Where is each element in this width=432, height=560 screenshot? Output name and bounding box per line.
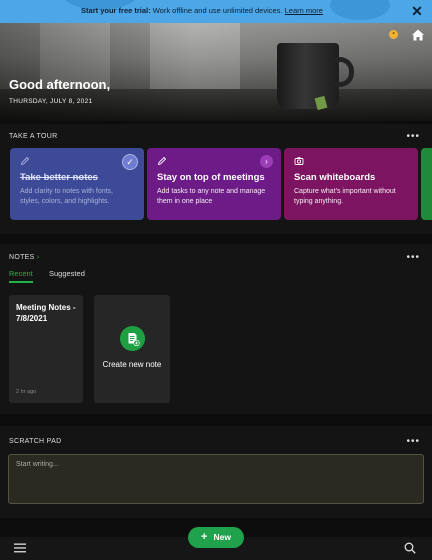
- pencil-icon: [157, 156, 167, 166]
- tour-card-take-better-notes[interactable]: ✓ Take better notes Add clarity to notes…: [10, 148, 144, 220]
- scratch-pad-input[interactable]: Start writing...: [8, 454, 424, 504]
- tour-card-scan-whiteboards[interactable]: Scan whiteboards Capture what's importan…: [284, 148, 418, 220]
- home-icon[interactable]: [411, 28, 425, 42]
- active-tab-indicator: [9, 281, 33, 283]
- note-card[interactable]: Meeting Notes - 7/8/2021 2 hr ago: [9, 295, 83, 403]
- card-title: Scan whiteboards: [294, 172, 376, 183]
- create-new-note-button[interactable]: Create new note: [94, 295, 170, 403]
- banner-body: Work offline and use unlimited devices.: [150, 6, 285, 15]
- card-title: Take better notes: [20, 172, 98, 183]
- greeting: Good afternoon,: [9, 77, 111, 92]
- card-description: Add tasks to any note and manage them in…: [157, 188, 266, 205]
- search-icon[interactable]: [404, 542, 416, 554]
- chevron-right-icon: ›: [260, 155, 273, 168]
- tab-suggested[interactable]: Suggested: [49, 269, 85, 278]
- notes-more-button[interactable]: •••: [406, 253, 420, 263]
- card-description: Capture what's important without typing …: [294, 188, 396, 205]
- card-title: Stay on top of meetings: [157, 172, 265, 183]
- completed-check-icon: ✓: [122, 154, 138, 170]
- section-title: NOTES: [9, 254, 35, 261]
- hero-backdrop: [0, 23, 432, 121]
- tour-card-next[interactable]: [421, 148, 432, 220]
- hamburger-menu-icon[interactable]: [14, 543, 26, 553]
- notes-title-link[interactable]: NOTES ›: [9, 254, 40, 261]
- new-button-label: New: [213, 532, 231, 542]
- card-description: Add clarity to notes with fonts, styles,…: [20, 188, 113, 205]
- notification-dot-icon[interactable]: •: [389, 30, 398, 39]
- note-timestamp: 2 hr ago: [16, 389, 37, 395]
- new-button[interactable]: + New: [188, 527, 244, 548]
- take-a-tour-section: TAKE A TOUR ••• ✓ Take better notes Add …: [0, 124, 432, 234]
- close-banner-button[interactable]: ✕: [409, 3, 425, 19]
- plus-icon: +: [201, 531, 208, 543]
- hero-header: [0, 23, 432, 121]
- scratch-pad-section: SCRATCH PAD ••• Start writing...: [0, 426, 432, 518]
- trial-banner: Start your free trial: Work offline and …: [0, 0, 432, 23]
- notes-section: NOTES › ••• Recent Suggested Meeting Not…: [0, 244, 432, 414]
- current-date: THURSDAY, JULY 8, 2021: [9, 98, 93, 105]
- section-title: TAKE A TOUR: [9, 133, 58, 140]
- tour-card-meetings[interactable]: › Stay on top of meetings Add tasks to a…: [147, 148, 281, 220]
- learn-more-link[interactable]: Learn more: [285, 6, 323, 15]
- tour-more-button[interactable]: •••: [406, 132, 420, 142]
- scratch-more-button[interactable]: •••: [406, 437, 420, 447]
- banner-lead: Start your free trial:: [81, 6, 151, 15]
- note-title: Meeting Notes - 7/8/2021: [16, 303, 76, 323]
- banner-message: Start your free trial: Work offline and …: [0, 6, 404, 15]
- section-title: SCRATCH PAD: [9, 438, 62, 445]
- camera-icon: [294, 157, 304, 165]
- pencil-icon: [20, 156, 30, 166]
- tab-recent[interactable]: Recent: [9, 269, 33, 278]
- scratch-placeholder: Start writing...: [16, 461, 59, 468]
- create-note-label: Create new note: [102, 360, 162, 369]
- new-note-icon: [120, 326, 145, 351]
- chevron-right-icon: ›: [36, 254, 40, 261]
